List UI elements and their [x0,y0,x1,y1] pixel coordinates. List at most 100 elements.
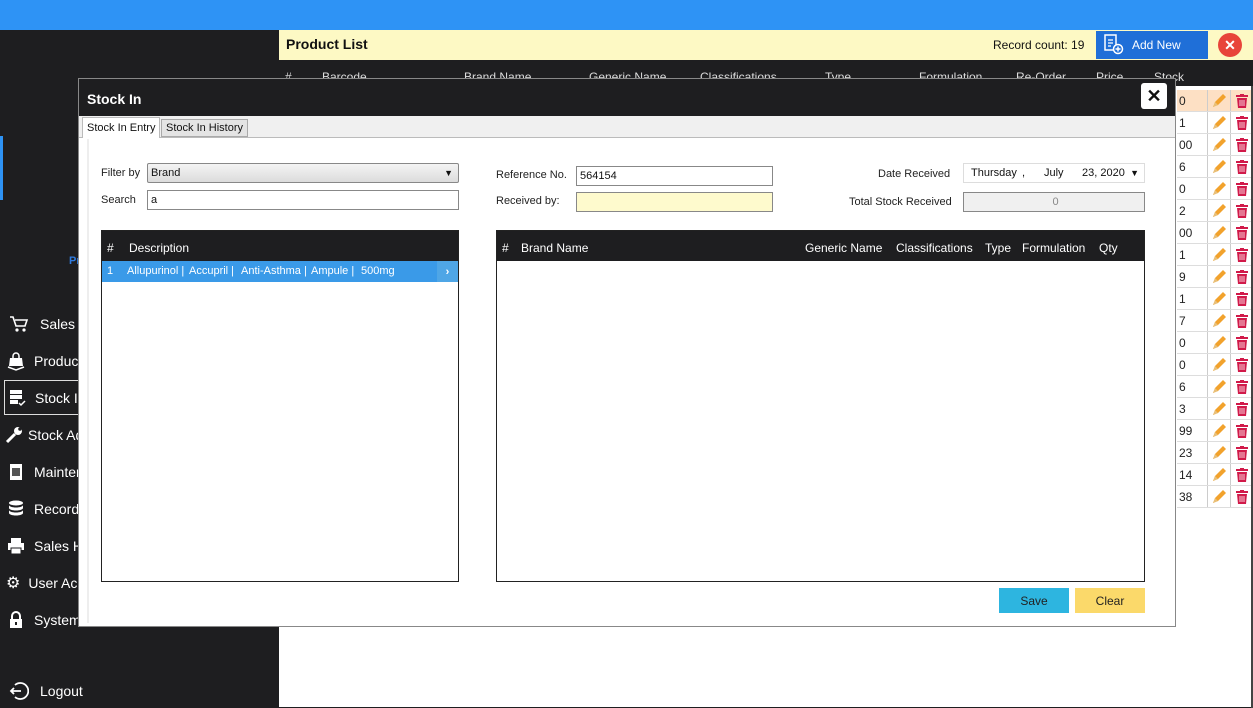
filter-select[interactable]: Brand ▼ [147,163,459,183]
table-row[interactable]: 14 [1177,464,1253,486]
delete-trash-icon[interactable] [1230,222,1253,243]
delete-trash-icon[interactable] [1230,354,1253,375]
delete-trash-icon[interactable] [1230,420,1253,441]
edit-pencil-icon[interactable] [1207,112,1230,133]
edit-pencil-icon[interactable] [1207,222,1230,243]
delete-trash-icon[interactable] [1230,442,1253,463]
delete-trash-icon[interactable] [1230,200,1253,221]
logout-button[interactable]: Logout [4,673,124,708]
edit-pencil-icon[interactable] [1207,156,1230,177]
table-row[interactable]: 38 [1177,486,1253,508]
date-month: July [1044,167,1064,179]
delete-trash-icon[interactable] [1230,266,1253,287]
table-row[interactable]: 7 [1177,310,1253,332]
reference-input[interactable] [576,166,773,186]
edit-pencil-icon[interactable] [1207,266,1230,287]
edit-pencil-icon[interactable] [1207,178,1230,199]
tab-stock-in-entry[interactable]: Stock In Entry [82,117,161,138]
delete-trash-icon[interactable] [1230,376,1253,397]
column-header: # [502,241,509,255]
delete-trash-icon[interactable] [1230,288,1253,309]
sidebar-item-records[interactable]: Records [4,491,79,526]
table-row[interactable]: 1 Allupurinol | Accupril | Anti-Asthma |… [102,261,458,282]
table-row[interactable]: 0 [1177,90,1253,112]
stock-in-dialog: Stock In ✕ Stock In Entry Stock In Histo… [78,78,1176,627]
chevron-right-icon[interactable]: › [437,261,458,282]
sidebar-accent [0,136,3,200]
table-row[interactable]: 3 [1177,398,1253,420]
close-icon[interactable]: ✕ [1218,33,1242,57]
edit-pencil-icon[interactable] [1207,376,1230,397]
sidebar-item-sales-history[interactable]: Sales History [4,528,79,563]
tab-stock-in-history[interactable]: Stock In History [161,119,249,137]
table-row[interactable]: 6 [1177,156,1253,178]
edit-pencil-icon[interactable] [1207,332,1230,353]
add-new-button[interactable]: Add New [1096,31,1208,59]
gears-icon: ⚙ [6,574,21,592]
table-row[interactable]: 99 [1177,420,1253,442]
edit-pencil-icon[interactable] [1207,420,1230,441]
close-icon[interactable]: ✕ [1141,83,1167,109]
edit-pencil-icon[interactable] [1207,134,1230,155]
table-row[interactable]: 1 [1177,244,1253,266]
delete-trash-icon[interactable] [1230,244,1253,265]
stock-cell: 0 [1179,94,1186,108]
column-header: Description [129,241,190,255]
sidebar-item-products[interactable]: Products [4,343,79,378]
delete-trash-icon[interactable] [1230,486,1253,507]
table-row[interactable]: 0 [1177,332,1253,354]
sidebar-item-user-account[interactable]: ⚙ User Account [4,565,79,600]
edit-pencil-icon[interactable] [1207,486,1230,507]
stock-cell: 0 [1179,182,1186,196]
search-input[interactable] [147,190,459,210]
edit-pencil-icon[interactable] [1207,310,1230,331]
delete-trash-icon[interactable] [1230,90,1253,111]
edit-pencil-icon[interactable] [1207,354,1230,375]
column-header: Generic Name [805,241,883,255]
table-row[interactable]: 9 [1177,266,1253,288]
delete-trash-icon[interactable] [1230,332,1253,353]
logout-icon [6,681,32,701]
delete-trash-icon[interactable] [1230,310,1253,331]
edit-pencil-icon[interactable] [1207,244,1230,265]
received-by-input[interactable] [576,192,773,212]
reference-label: Reference No. [496,169,567,181]
delete-trash-icon[interactable] [1230,156,1253,177]
sidebar-item-sales[interactable]: Sales [4,306,79,341]
table-row[interactable]: 1 [1177,112,1253,134]
database-icon [6,499,26,519]
clear-button[interactable]: Clear [1075,588,1145,613]
edit-pencil-icon[interactable] [1207,288,1230,309]
table-row[interactable]: 2 [1177,200,1253,222]
grid-header: # Description [102,231,458,261]
sidebar-item-system[interactable]: System [4,602,79,637]
stock-cell: 14 [1179,468,1193,482]
sidebar-item-stock-in[interactable]: Stock In [4,380,79,415]
delete-trash-icon[interactable] [1230,398,1253,419]
row-type: Ampule | [311,265,355,277]
delete-trash-icon[interactable] [1230,464,1253,485]
bag-icon [6,351,26,371]
sidebar-item-stock-adjustment[interactable]: Stock Adjustment [4,417,79,452]
edit-pencil-icon[interactable] [1207,442,1230,463]
date-picker[interactable]: Thursday , July 23, 2020 ▼ [963,163,1145,183]
edit-pencil-icon[interactable] [1207,398,1230,419]
delete-trash-icon[interactable] [1230,178,1253,199]
table-row[interactable]: 00 [1177,134,1253,156]
table-row[interactable]: 23 [1177,442,1253,464]
table-row[interactable]: 6 [1177,376,1253,398]
dialog-title: Stock In [87,91,142,107]
table-row[interactable]: 0 [1177,178,1253,200]
table-row[interactable]: 00 [1177,222,1253,244]
delete-trash-icon[interactable] [1230,134,1253,155]
table-row[interactable]: 1 [1177,288,1253,310]
edit-pencil-icon[interactable] [1207,464,1230,485]
edit-pencil-icon[interactable] [1207,90,1230,111]
table-row[interactable]: 0 [1177,354,1253,376]
product-list-header: Product List Record count: 19 Add New ✕ [279,30,1253,60]
edit-pencil-icon[interactable] [1207,200,1230,221]
sidebar-item-maintenance[interactable]: Maintenance [4,454,79,489]
delete-trash-icon[interactable] [1230,112,1253,133]
save-button[interactable]: Save [999,588,1069,613]
sidebar-item-label: Sales History [34,537,79,554]
